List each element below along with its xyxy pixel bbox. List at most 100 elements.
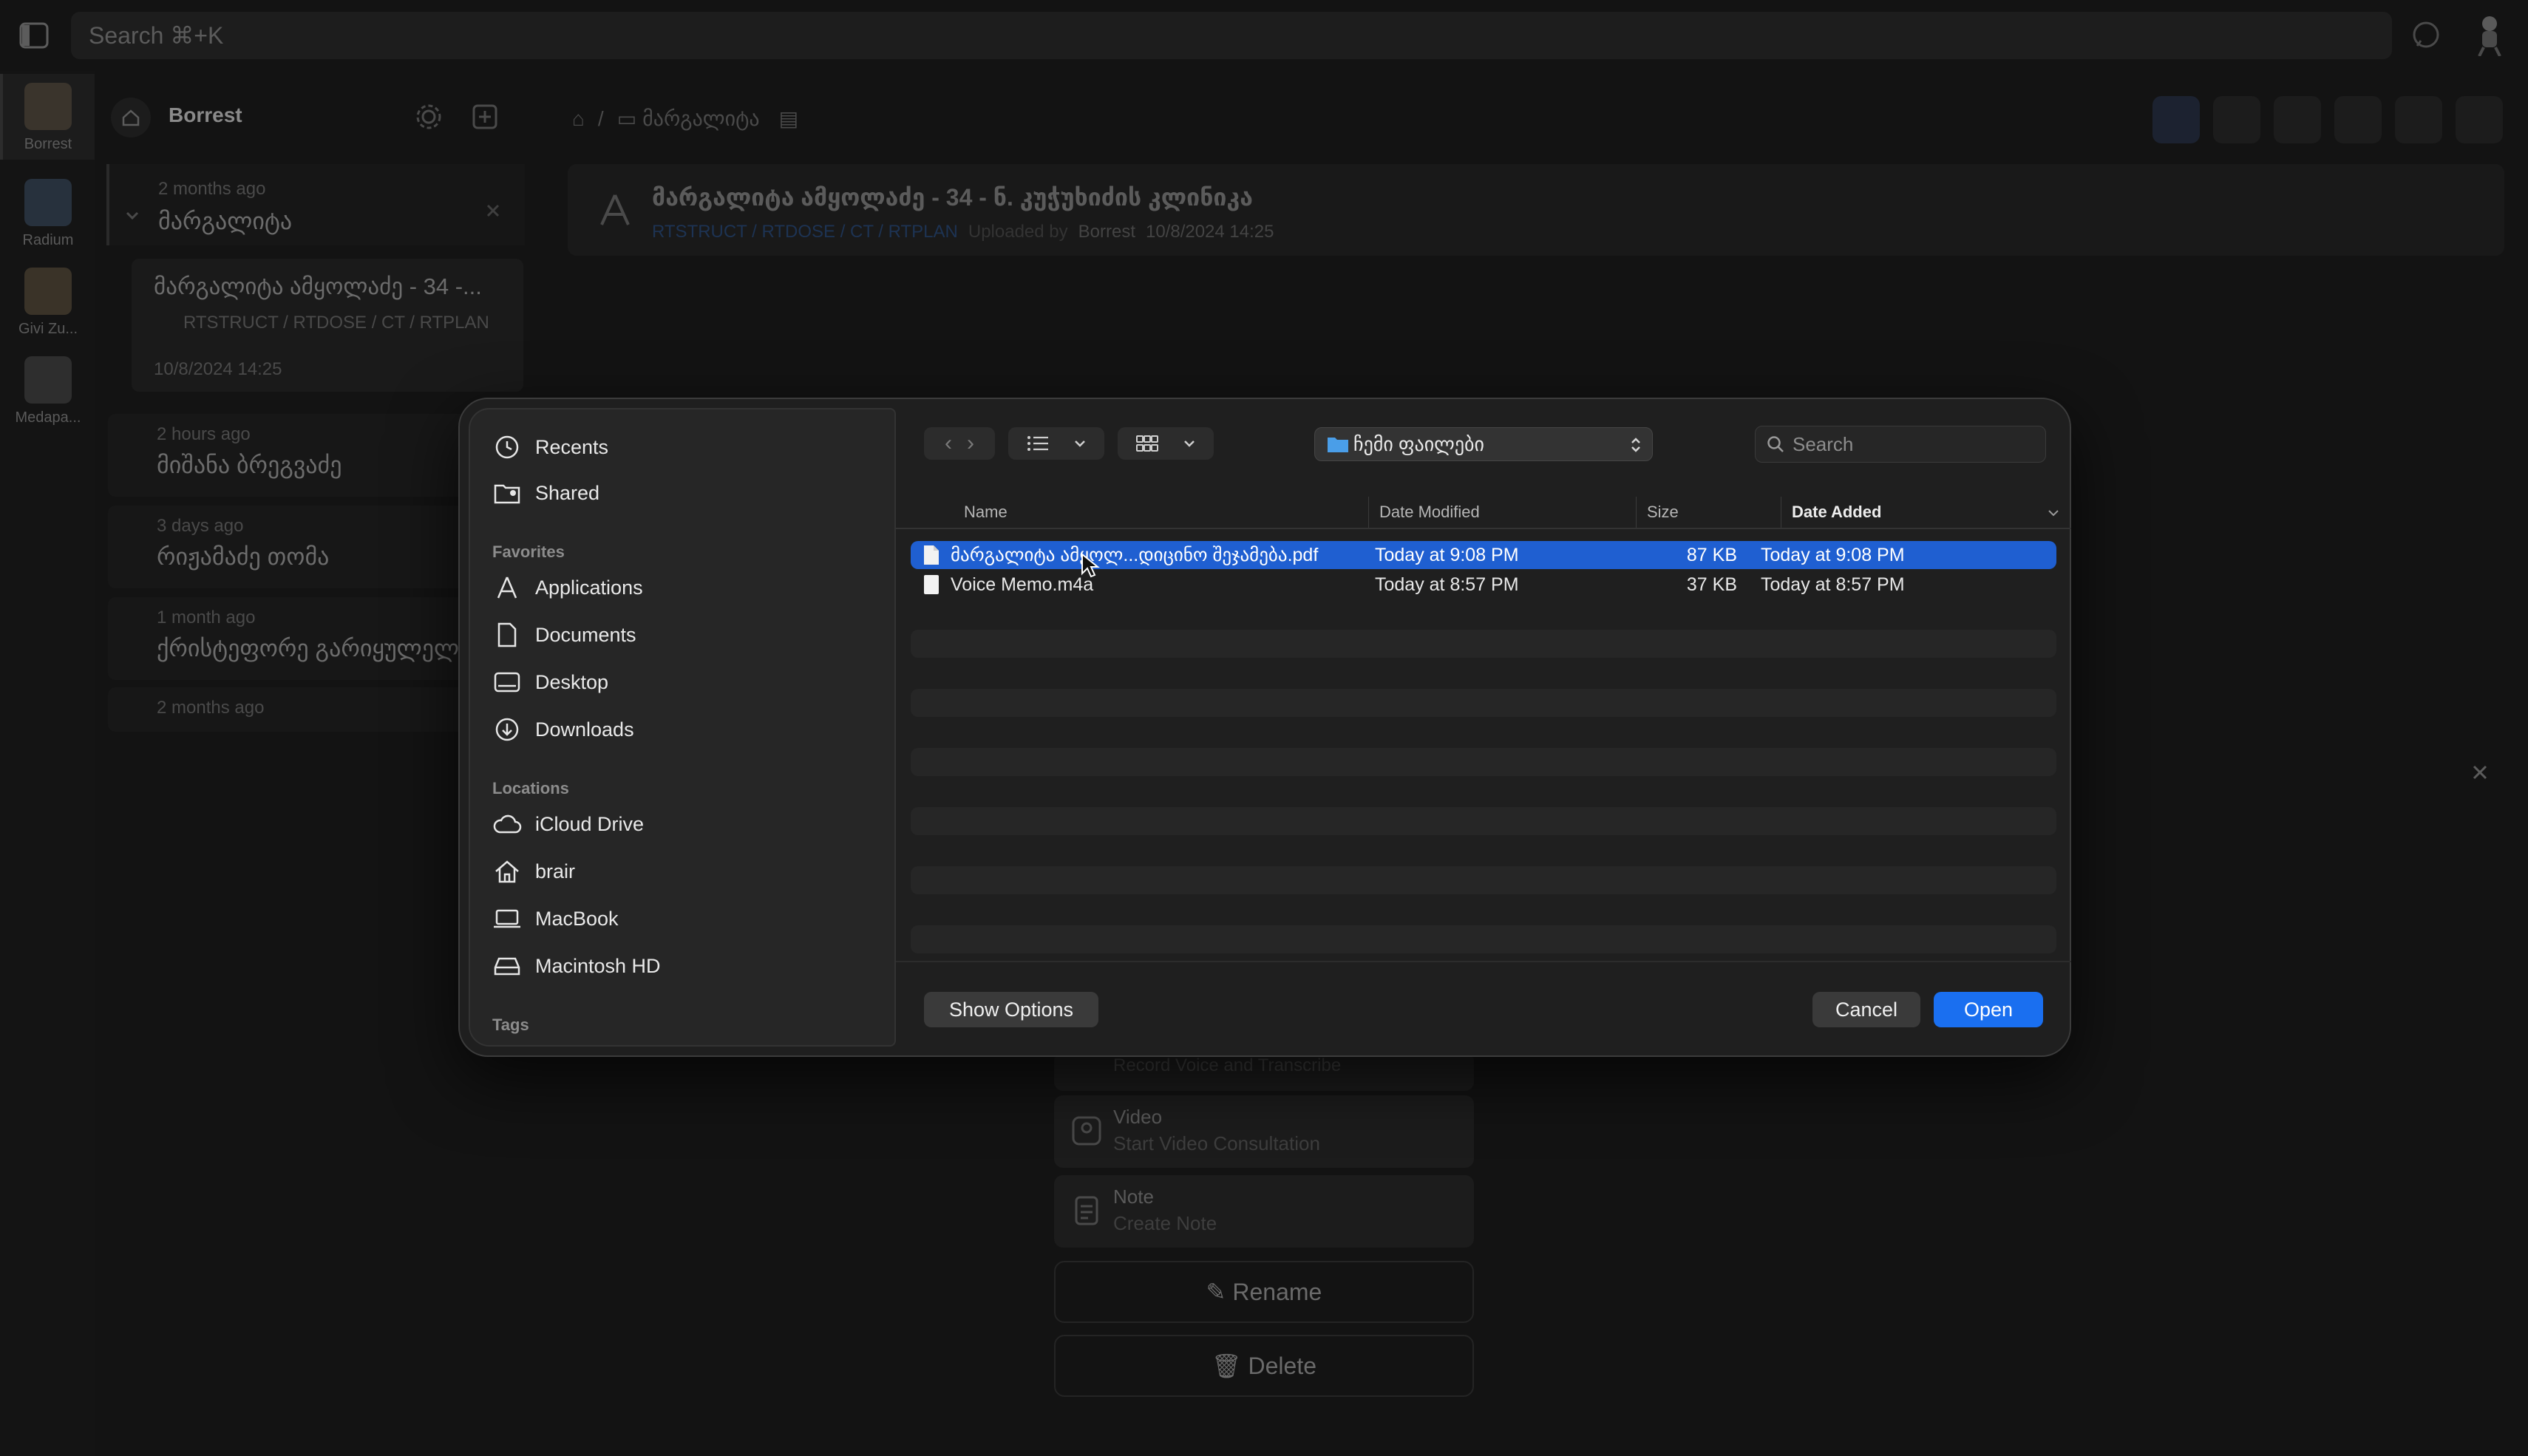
chevron-down-icon	[1075, 440, 1085, 447]
file-size: 37 KB	[1686, 574, 1737, 595]
breadcrumb-separator: /	[597, 106, 604, 130]
video-action[interactable]: Video Start Video Consultation	[1054, 1095, 1474, 1168]
pdf-file-icon	[924, 545, 939, 565]
workspace-header: Borrest	[111, 93, 525, 140]
chevron-down-icon[interactable]	[124, 207, 140, 223]
document-icon	[492, 620, 522, 650]
workspace-borrest[interactable]: Borrest	[7, 83, 89, 153]
back-icon[interactable]: ‹	[945, 431, 952, 456]
sidebar-item-recents[interactable]: Recents	[492, 426, 877, 469]
empty-row-stripe	[911, 748, 2056, 776]
list-item-time: 3 days ago	[157, 516, 244, 536]
dialog-search-input[interactable]: Search	[1755, 426, 2046, 463]
sidebar-item-icloud[interactable]: iCloud Drive	[492, 803, 877, 846]
voice-action[interactable]: Record Voice and Transcribe	[1054, 1052, 1474, 1091]
export-button[interactable]	[2395, 96, 2442, 143]
sidebar-item-label: Recents	[535, 435, 609, 458]
empty-row-stripe	[911, 689, 2056, 717]
folder-icon	[1328, 438, 1348, 452]
sidebar-item-label: MacBook	[535, 907, 619, 930]
patient-card[interactable]: მარგალიტა ამყოლაძე - 34 -... RTSTRUCT / …	[132, 259, 523, 392]
sidebar-item-desktop[interactable]: Desktop	[492, 661, 877, 704]
breadcrumb-root-icon[interactable]: ⌂	[572, 107, 585, 131]
rename-button[interactable]: ✎ Rename	[1054, 1261, 1474, 1323]
list-item-time: 2 months ago	[157, 698, 265, 718]
study-logo-icon	[596, 191, 634, 229]
study-header: მარგალიტა ამყოლაძე - 34 - ნ. კუჭუხიძის კ…	[568, 164, 2504, 256]
video-icon	[1070, 1115, 1103, 1147]
patient-card-tags: RTSTRUCT / RTDOSE / CT / RTPLAN	[183, 313, 489, 333]
workspace-givi[interactable]: Givi Zu...	[7, 268, 89, 338]
empty-row-stripe	[911, 630, 2056, 658]
chevron-down-icon	[1184, 440, 1195, 447]
patient-card-date: 10/8/2024 14:25	[154, 359, 282, 379]
audio-file-icon	[924, 575, 939, 594]
shared-folder-icon	[492, 478, 522, 508]
sidebar-item-applications[interactable]: Applications	[492, 566, 877, 609]
sidebar-item-macbook[interactable]: MacBook	[492, 897, 877, 940]
global-search-input[interactable]: Search ⌘+K	[71, 12, 2392, 59]
workspace-label: Givi Zu...	[18, 321, 78, 337]
column-label: Date Added	[1792, 503, 1882, 521]
forward-icon[interactable]: ›	[967, 431, 974, 456]
close-panel-icon[interactable]	[2470, 763, 2490, 782]
add-folder-icon[interactable]	[470, 102, 500, 132]
show-options-button[interactable]: Show Options	[924, 992, 1098, 1027]
folder-expanded[interactable]: 2 months ago მარგალიტა	[106, 164, 525, 245]
button-label: Open	[1963, 998, 2014, 1021]
workspace-avatar	[24, 356, 72, 404]
delete-label: Delete	[1248, 1353, 1317, 1379]
column-header-modified[interactable]: Date Modified	[1369, 497, 1637, 528]
workspace-radium[interactable]: Radium	[7, 179, 89, 249]
sidebar-item-label: Macintosh HD	[535, 954, 661, 977]
column-header-name[interactable]: Name	[954, 497, 1369, 528]
chat-icon[interactable]	[2411, 21, 2441, 50]
empty-row-stripe	[911, 925, 2056, 953]
sidebar-item-shared[interactable]: Shared	[492, 472, 877, 514]
sync-button[interactable]	[2152, 96, 2200, 143]
workspace-medapa[interactable]: Medapa...	[7, 356, 89, 426]
sort-chevron-icon	[2048, 510, 2059, 517]
home-icon	[492, 857, 522, 886]
home-icon[interactable]	[111, 98, 151, 137]
group-view-control[interactable]	[1118, 427, 1214, 460]
file-name: მარგალიტა ამყოლ...დიცინო შეჯამება.pdf	[951, 545, 1319, 565]
sidebar-item-macintosh-hd[interactable]: Macintosh HD	[492, 945, 877, 987]
sidebar-item-home[interactable]: brair	[492, 850, 877, 893]
desktop-icon	[492, 667, 522, 697]
move-folder-button[interactable]	[2334, 96, 2382, 143]
empty-row-stripe	[911, 807, 2056, 835]
file-added: Today at 8:57 PM	[1761, 574, 1905, 595]
note-icon	[1070, 1194, 1103, 1227]
list-item-name: რიჟამაძე თომა	[157, 543, 330, 570]
note-action[interactable]: Note Create Note	[1054, 1175, 1474, 1248]
column-header-added[interactable]: Date Added	[1781, 497, 2062, 528]
sidebar-item-downloads[interactable]: Downloads	[492, 708, 877, 751]
back-forward-control[interactable]: ‹ ›	[924, 427, 995, 460]
header-divider	[896, 528, 2071, 529]
close-icon[interactable]	[485, 203, 501, 219]
list-item-name: მიშანა ბრეგვაძე	[157, 452, 342, 478]
list-view-control[interactable]	[1008, 427, 1104, 460]
sidebar-item-documents[interactable]: Documents	[492, 613, 877, 656]
file-added: Today at 9:08 PM	[1761, 544, 1905, 565]
cancel-button[interactable]: Cancel	[1812, 992, 1920, 1027]
settings-icon[interactable]	[414, 102, 444, 132]
sidebar-toggle-icon[interactable]	[19, 22, 49, 49]
trash-icon: 🗑	[1211, 1353, 1248, 1379]
edit-button[interactable]	[2213, 96, 2260, 143]
column-label: Name	[964, 503, 1008, 521]
sidebar-item-label: iCloud Drive	[535, 812, 645, 835]
archive-icon[interactable]: ▤	[779, 106, 798, 131]
laptop-icon	[492, 904, 522, 933]
note-action-title: Note	[1113, 1185, 1154, 1208]
more-button[interactable]	[2456, 96, 2503, 143]
open-button[interactable]: Open	[1934, 992, 2043, 1027]
button-label: Show Options	[948, 998, 1074, 1021]
sign-button[interactable]	[2274, 96, 2321, 143]
delete-button[interactable]: 🗑 Delete	[1054, 1335, 1474, 1397]
user-avatar[interactable]	[2473, 15, 2506, 56]
column-header-size[interactable]: Size	[1637, 497, 1781, 528]
location-popup[interactable]: ჩემი ფაილები	[1314, 427, 1653, 461]
breadcrumb-folder[interactable]: მარგალიტა	[642, 106, 759, 131]
